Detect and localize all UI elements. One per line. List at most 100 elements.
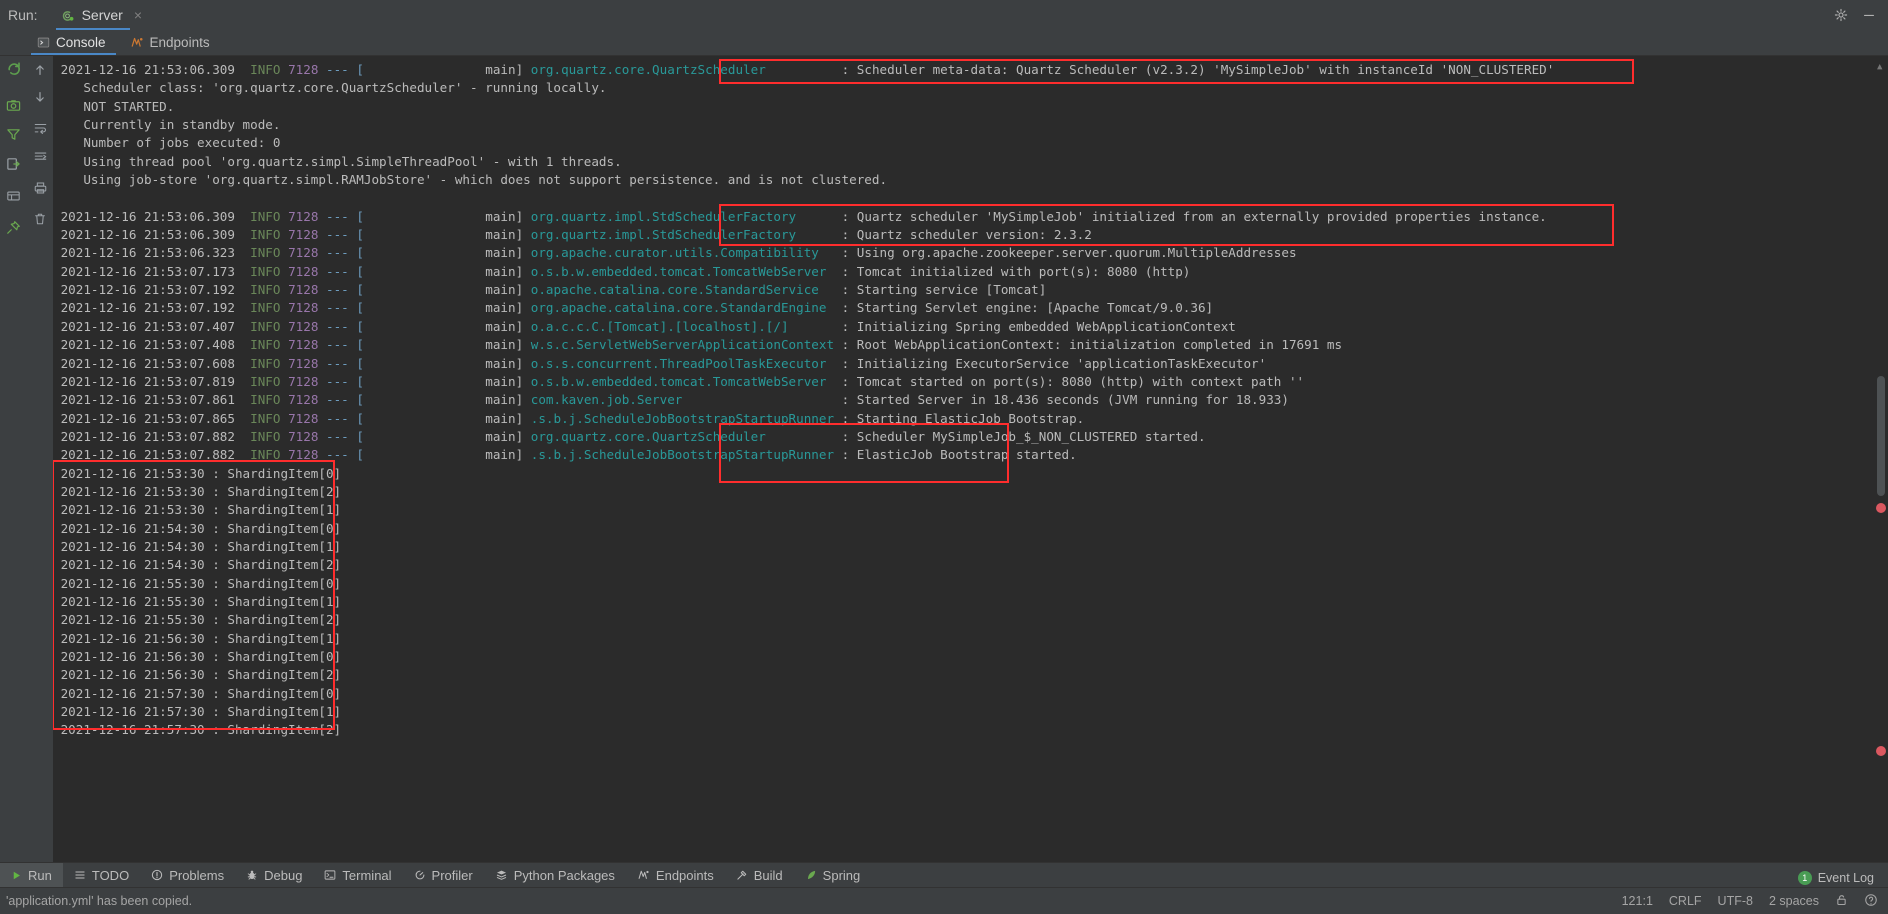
log-level: INFO: [250, 373, 281, 389]
log-separator: --- [: [318, 373, 364, 389]
log-logger: o.apache.catalina.core.StandardService: [523, 282, 842, 298]
bug-icon: [246, 869, 258, 881]
log-logger: .s.b.j.ScheduleJobBootstrapStartupRunner: [523, 410, 842, 426]
bottom-tab-profiler[interactable]: Profiler: [403, 863, 484, 887]
help-icon[interactable]: [1864, 893, 1878, 910]
scroll-up-icon[interactable]: [32, 62, 48, 78]
unlocked-icon[interactable]: [1835, 893, 1848, 910]
log-timestamp: 2021-12-16 21:53:07.861: [53, 392, 251, 408]
log-thread: main]: [363, 447, 524, 463]
bottom-tab-debug[interactable]: Debug: [235, 863, 313, 887]
log-separator: --- [: [318, 245, 364, 261]
log-timestamp: 2021-12-16 21:53:07.408: [53, 337, 251, 353]
bottom-tab-debug-label: Debug: [264, 867, 303, 883]
console-vertical-scrollbar[interactable]: ▲: [1874, 56, 1888, 862]
console-plain-line: 2021-12-16 21:56:30 : ShardingItem[2]: [53, 667, 342, 683]
log-separator: --- [: [318, 318, 364, 334]
tab-endpoints[interactable]: Endpoints: [120, 30, 224, 55]
indent-setting[interactable]: 2 spaces: [1769, 894, 1819, 908]
scroll-up-arrow-icon[interactable]: ▲: [1877, 58, 1882, 76]
console-output[interactable]: 2021-12-16 21:53:06.309 INFO 7128 --- [ …: [53, 56, 1888, 862]
scroll-down-icon[interactable]: [32, 89, 48, 105]
log-logger: w.s.c.ServletWebServerApplicationContext: [523, 337, 842, 353]
console-plain-line: 2021-12-16 21:57:30 : ShardingItem[0]: [53, 685, 342, 701]
log-level: INFO: [250, 62, 281, 77]
log-pid: 7128: [288, 263, 319, 279]
bottom-tab-python-packages[interactable]: Python Packages: [484, 863, 626, 887]
bottom-tab-spring[interactable]: Spring: [794, 863, 872, 887]
log-separator: --- [: [318, 62, 364, 77]
console-plain-line: 2021-12-16 21:55:30 : ShardingItem[1]: [53, 593, 342, 609]
log-timestamp: 2021-12-16 21:53:06.309: [53, 208, 251, 224]
console-plain-line: Using job-store 'org.quartz.simpl.RAMJob…: [53, 172, 888, 188]
console-plain-line: 2021-12-16 21:53:30 : ShardingItem[0]: [53, 465, 342, 481]
log-pid: 7128: [288, 227, 319, 243]
bottom-tab-endpoints[interactable]: Endpoints: [626, 863, 725, 887]
caret-position[interactable]: 121:1: [1622, 894, 1653, 908]
file-encoding[interactable]: UTF-8: [1718, 894, 1753, 908]
scroll-end-icon[interactable]: [32, 149, 48, 165]
bottom-tab-run-label: Run: [28, 867, 52, 883]
log-pid: 7128: [288, 355, 319, 371]
console-plain-line: Using thread pool 'org.quartz.simpl.Simp…: [53, 153, 622, 169]
filter-icon[interactable]: [6, 126, 22, 142]
info-stripe-marker[interactable]: [1876, 746, 1886, 756]
log-level: INFO: [250, 208, 281, 224]
log-message: Root WebApplicationContext: initializati…: [856, 337, 1343, 353]
run-tab-server[interactable]: Server ×: [48, 0, 152, 30]
camera-icon[interactable]: [6, 97, 22, 113]
log-message: Tomcat initialized with port(s): 8080 (h…: [856, 263, 1191, 279]
log-timestamp: 2021-12-16 21:53:06.309: [53, 227, 251, 243]
error-stripe-marker[interactable]: [1876, 503, 1886, 513]
export-icon[interactable]: [6, 155, 22, 171]
profiler-icon: [414, 869, 426, 881]
tab-endpoints-label: Endpoints: [149, 35, 210, 50]
log-pid: 7128: [288, 392, 319, 408]
log-thread: main]: [363, 227, 524, 243]
bottom-tab-build[interactable]: Build: [725, 863, 794, 887]
log-thread: main]: [363, 263, 524, 279]
log-logger: o.s.b.w.embedded.tomcat.TomcatWebServer: [523, 373, 842, 389]
console-log-line: 2021-12-16 21:53:07.608 INFO 7128 --- [ …: [53, 355, 1267, 371]
gear-icon[interactable]: [1834, 8, 1848, 22]
scrollbar-thumb[interactable]: [1877, 376, 1885, 496]
spring-leaf-icon: [805, 869, 817, 881]
bottom-tab-terminal-label: Terminal: [342, 867, 392, 883]
grid-icon[interactable]: [6, 188, 22, 204]
ide-window: Run: Server × Console Endpoints 2021-12-…: [0, 0, 1888, 914]
console-log-line: 2021-12-16 21:53:07.882 INFO 7128 --- [ …: [53, 428, 1206, 444]
log-thread: main]: [363, 392, 524, 408]
tab-console[interactable]: Console: [27, 30, 120, 55]
soft-wrap-icon[interactable]: [32, 120, 48, 136]
log-pid: 7128: [288, 447, 319, 463]
log-logger: org.apache.curator.utils.Compatibility: [523, 245, 842, 261]
log-pid: 7128: [288, 208, 319, 224]
log-separator: --- [: [318, 428, 364, 444]
close-icon[interactable]: ×: [134, 7, 142, 23]
minimize-icon[interactable]: [1862, 8, 1876, 22]
log-level: INFO: [250, 447, 281, 463]
log-level: INFO: [250, 227, 281, 243]
pin-icon[interactable]: [6, 219, 22, 235]
console-log-line: 2021-12-16 21:53:07.861 INFO 7128 --- [ …: [53, 392, 1289, 408]
console-log-line: 2021-12-16 21:53:06.309 INFO 7128 --- [ …: [53, 227, 1092, 243]
log-logger: com.kaven.job.Server: [523, 392, 842, 408]
bottom-tab-terminal[interactable]: Terminal: [313, 863, 402, 887]
log-pid: 7128: [288, 318, 319, 334]
tab-console-label: Console: [56, 35, 106, 50]
log-separator: --- [: [318, 410, 364, 426]
console-log-line: 2021-12-16 21:53:07.407 INFO 7128 --- [ …: [53, 318, 1236, 334]
bottom-tab-problems[interactable]: Problems: [140, 863, 235, 887]
rerun-icon[interactable]: [6, 60, 22, 76]
trash-icon[interactable]: [32, 211, 48, 227]
print-icon[interactable]: [32, 180, 48, 196]
log-message: Starting service [Tomcat]: [856, 282, 1047, 298]
log-separator: --- [: [318, 208, 364, 224]
bottom-tab-run[interactable]: Run: [0, 863, 63, 887]
log-separator: --- [: [318, 337, 364, 353]
run-header-actions: [1834, 0, 1888, 30]
line-separator[interactable]: CRLF: [1669, 894, 1702, 908]
event-log-button[interactable]: 1 Event Log: [1797, 871, 1874, 885]
event-log-badge: 1: [1797, 871, 1812, 885]
bottom-tab-todo[interactable]: TODO: [63, 863, 140, 887]
